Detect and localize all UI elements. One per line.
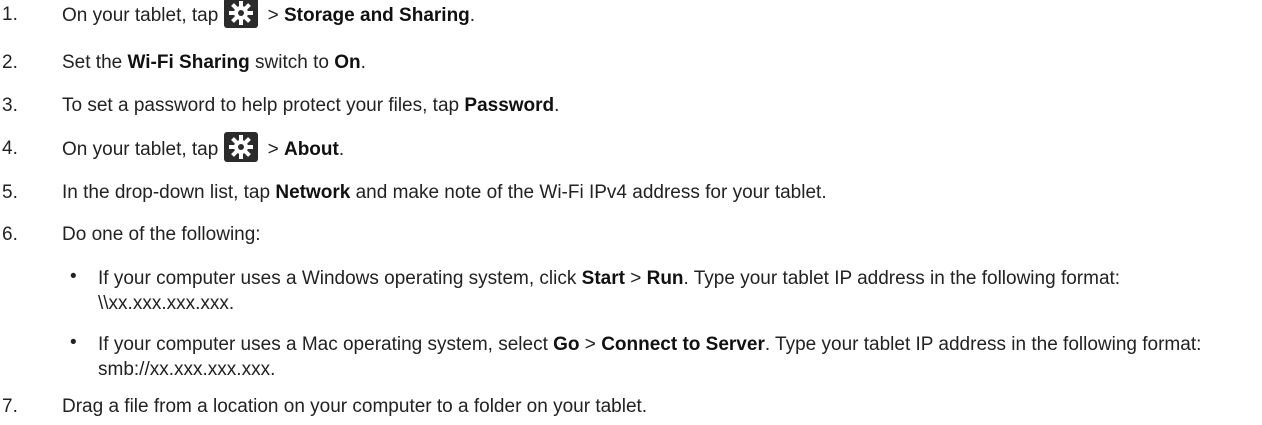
step-text-part: To set a password to help protect your f… (62, 95, 465, 116)
step-number: 3. (2, 95, 18, 116)
step-bold-term: On (334, 52, 361, 73)
step-bold-term: Password (464, 95, 555, 116)
step-number: 6. (2, 224, 18, 245)
step-number: 5. (2, 182, 18, 203)
bullet-mark: • (70, 266, 77, 287)
bullet-bold-term: Run (646, 268, 684, 289)
step-text-part: > (262, 139, 284, 161)
step-text-part: . (360, 52, 366, 73)
step-text-part: In the drop-down list, tap (62, 182, 276, 203)
step-bold-term: Wi-Fi Sharing (127, 52, 250, 73)
settings-gear-icon (224, 0, 259, 28)
step-text-part: On your tablet, tap (62, 139, 219, 161)
step-text: Do one of the following: (62, 224, 261, 245)
step-text: Set the Wi-Fi Sharing switch to On. (62, 52, 366, 74)
bullet-text: If your computer uses a Mac operating sy… (98, 332, 1250, 382)
step-text: In the drop-down list, tap Network and m… (62, 182, 827, 204)
step-text: Drag a file from a location on your comp… (62, 396, 648, 417)
bullet-bold-term: Go (553, 334, 580, 355)
bullet-bold-term: Connect to Server (601, 334, 765, 355)
bullet-bold-term: Start (581, 268, 625, 289)
step-number: 7. (2, 396, 18, 417)
step-number: 1. (2, 4, 18, 25)
step-bold-term: Storage and Sharing (283, 5, 470, 27)
step-number: 4. (2, 138, 18, 159)
step-text-part: On your tablet, tap (62, 5, 219, 27)
step-text-part: switch to (249, 52, 335, 73)
bullet-mark: • (70, 332, 77, 353)
step-text: On your tablet, tap > Storage and Sharin… (62, 0, 476, 28)
step-text-part: . (554, 95, 560, 116)
step-bold-term: About (283, 139, 339, 161)
bullet-text-part: If your computer uses a Windows operatin… (98, 268, 582, 289)
bullet-text: If your computer uses a Windows operatin… (98, 266, 1250, 316)
instructions-document: 1. On your tablet, tap > Storage and Sha… (0, 0, 1262, 425)
step-text-part: > (262, 5, 284, 27)
step-text-part: . (469, 5, 476, 27)
step-number: 2. (2, 52, 18, 73)
bullet-text-part: If your computer uses a Mac operating sy… (98, 334, 554, 355)
step-text-part: . (338, 139, 345, 161)
step-text-part: and make note of the Wi-Fi IPv4 address … (350, 182, 827, 203)
step-text: On your tablet, tap > About. (62, 132, 345, 162)
step-text-part: Set the (62, 52, 128, 73)
bullet-text-part: > (579, 334, 602, 355)
step-bold-term: Network (275, 182, 351, 203)
step-text: To set a password to help protect your f… (62, 95, 559, 117)
bullet-text-part: > (624, 268, 647, 289)
settings-gear-icon (224, 132, 259, 162)
